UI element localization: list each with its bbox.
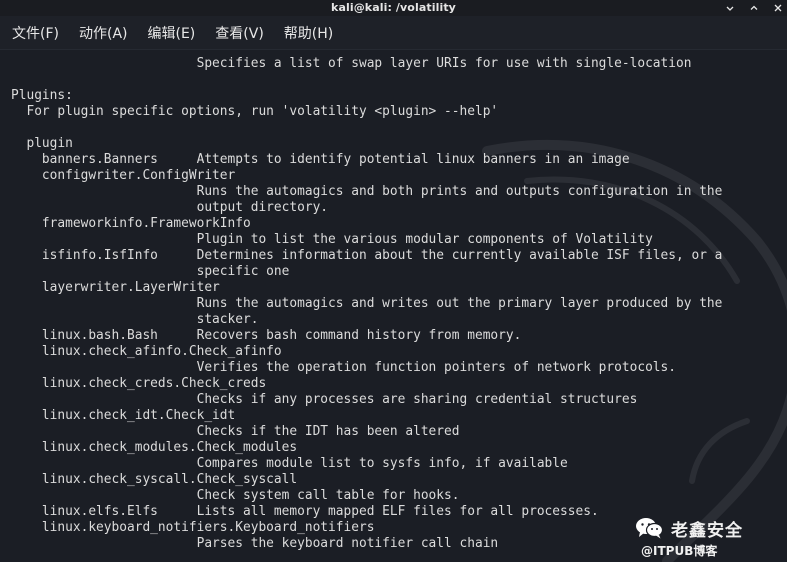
terminal-line: Parses the keyboard notifier call chain — [11, 536, 499, 551]
terminal-line: configwriter.ConfigWriter — [11, 168, 236, 183]
terminal-line: linux.check_creds.Check_creds — [11, 376, 267, 391]
terminal-line: Specifies a list of swap layer URIs for … — [11, 56, 692, 71]
menu-file[interactable]: 文件(F) — [12, 23, 59, 43]
terminal-line: linux.check_idt.Check_idt — [11, 408, 236, 423]
terminal-line: stacker. — [11, 312, 259, 327]
terminal-line: Checks if the IDT has been altered — [11, 424, 460, 439]
terminal-line: Check system call table for hooks. — [11, 488, 460, 503]
title-bar[interactable]: kali@kali: /volatility — [0, 0, 787, 16]
terminal-line: specific one — [11, 264, 290, 279]
menu-view[interactable]: 查看(V) — [215, 23, 264, 43]
menu-help[interactable]: 帮助(H) — [284, 23, 333, 43]
terminal-line: layerwriter.LayerWriter — [11, 280, 220, 295]
terminal-line: Plugin to list the various modular compo… — [11, 232, 653, 247]
menu-action[interactable]: 动作(A) — [79, 23, 128, 43]
terminal-line: Runs the automagics and writes out the p… — [11, 296, 723, 311]
terminal-line: linux.check_modules.Check_modules — [11, 440, 298, 455]
terminal-line: Compares module list to sysfs info, if a… — [11, 456, 568, 471]
terminal-line: frameworkinfo.FrameworkInfo — [11, 216, 251, 231]
window-controls — [725, 0, 783, 16]
terminal-line: Plugins: — [11, 88, 73, 103]
terminal-output[interactable]: Specifies a list of swap layer URIs for … — [0, 51, 787, 562]
terminal-line: linux.keyboard_notifiers.Keyboard_notifi… — [11, 520, 375, 535]
terminal-line: Checks if any processes are sharing cred… — [11, 392, 638, 407]
close-icon — [774, 4, 782, 12]
window-title: kali@kali: /volatility — [331, 1, 456, 14]
terminal-line: For plugin specific options, run 'volati… — [11, 104, 499, 119]
terminal-line: Verifies the operation function pointers… — [11, 360, 677, 375]
terminal-line: linux.check_afinfo.Check_afinfo — [11, 344, 282, 359]
terminal-lines: Specifies a list of swap layer URIs for … — [11, 56, 722, 552]
terminal-line: isfinfo.IsfInfo Determines information a… — [11, 248, 723, 263]
terminal-line: linux.bash.Bash Recovers bash command hi… — [11, 328, 522, 343]
menu-bar: 文件(F) 动作(A) 编辑(E) 查看(V) 帮助(H) — [0, 16, 787, 50]
minimize-icon — [726, 6, 734, 11]
maximize-icon — [750, 5, 758, 10]
terminal-line: output directory. — [11, 200, 329, 215]
minimize-button[interactable] — [725, 3, 735, 13]
close-button[interactable] — [773, 3, 783, 13]
terminal-line: banners.Banners Attempts to identify pot… — [11, 152, 630, 167]
terminal-line: linux.check_syscall.Check_syscall — [11, 472, 298, 487]
terminal-line: plugin — [11, 136, 73, 151]
terminal-line: Runs the automagics and both prints and … — [11, 184, 723, 199]
menu-edit[interactable]: 编辑(E) — [148, 23, 196, 43]
maximize-button[interactable] — [749, 3, 759, 13]
terminal-window: kali@kali: /volatility 文件(F) 动作(A) 编辑(E) — [0, 0, 787, 562]
terminal-line: linux.elfs.Elfs Lists all memory mapped … — [11, 504, 599, 519]
